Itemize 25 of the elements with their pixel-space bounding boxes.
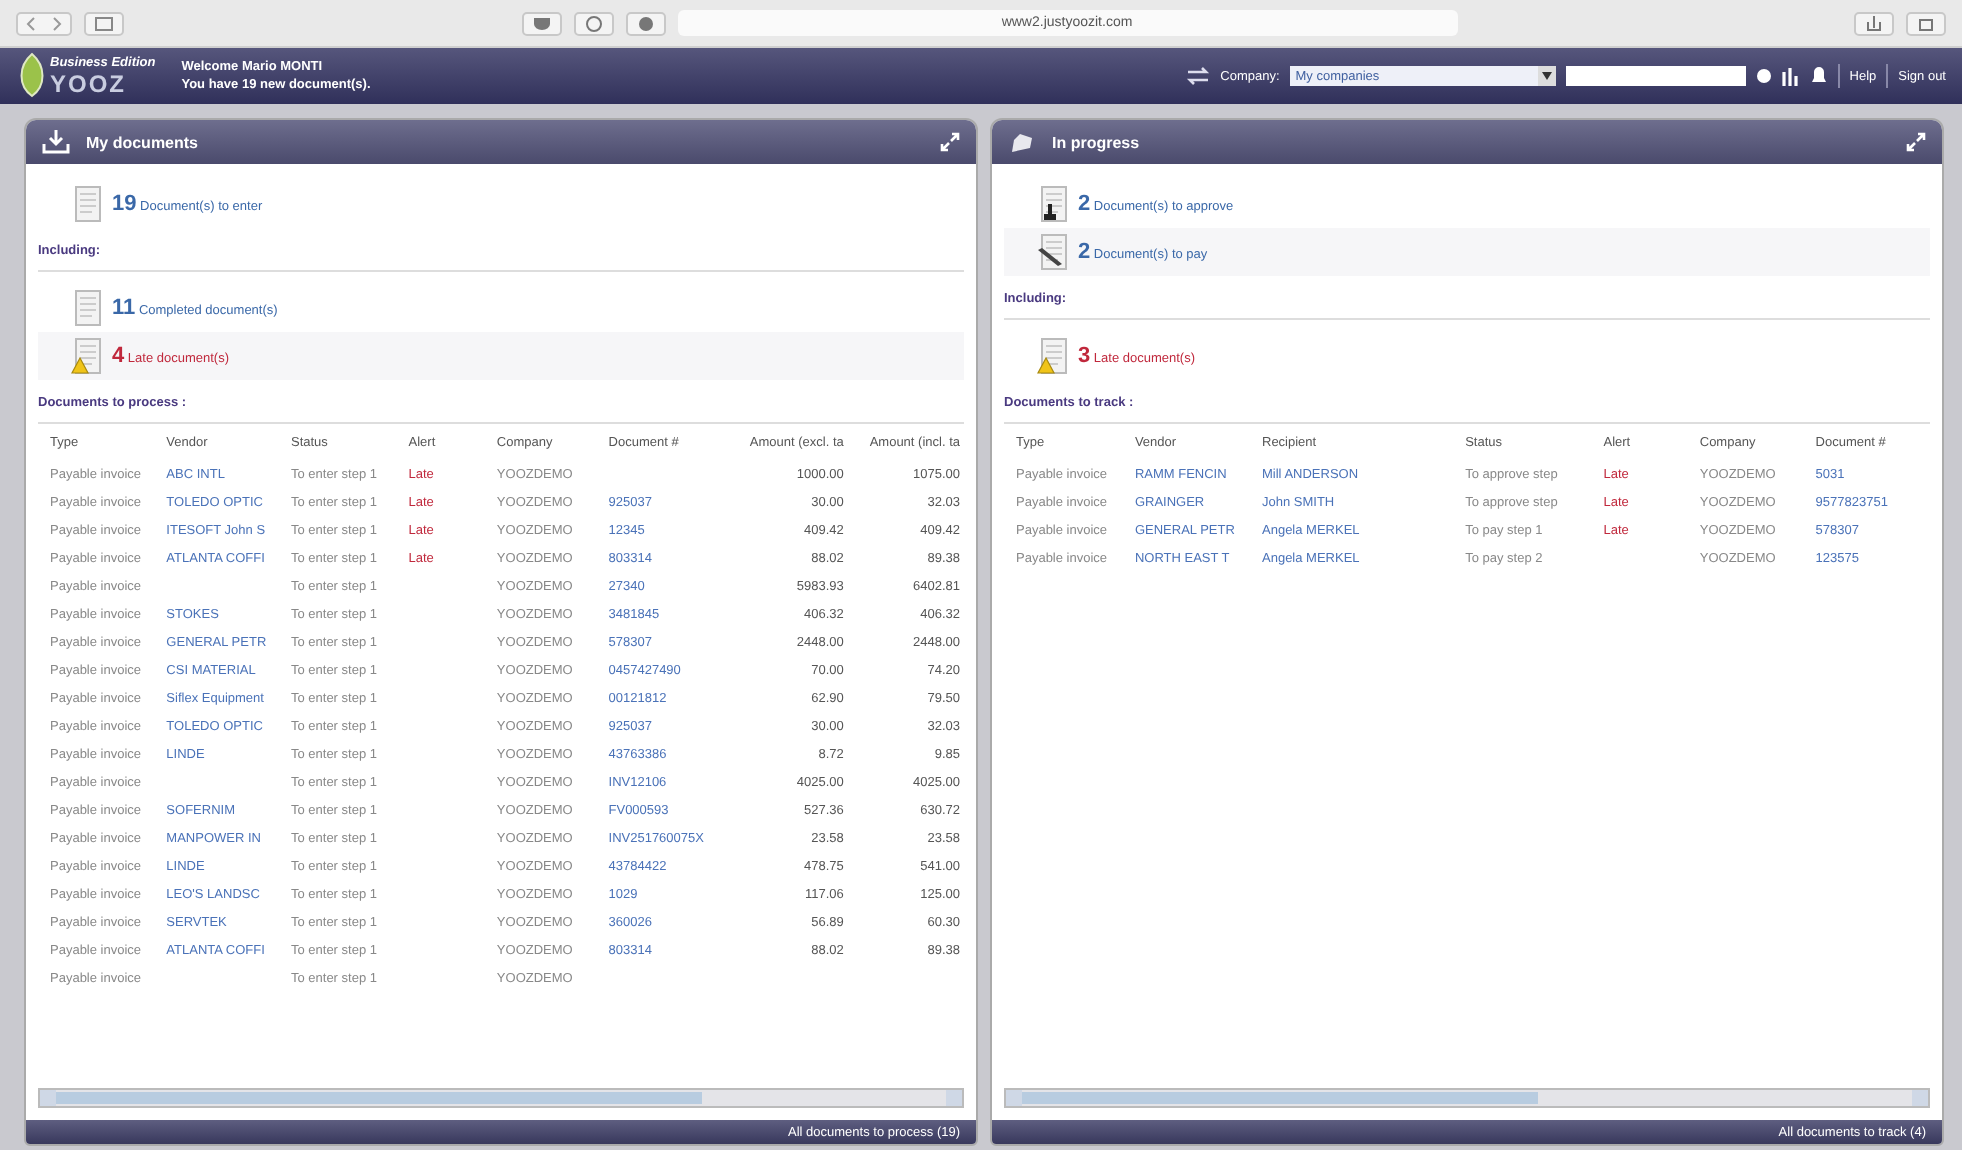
chart-icon[interactable] xyxy=(1781,66,1800,86)
panel-title: My documents xyxy=(86,133,199,151)
caret-icon xyxy=(1541,72,1552,80)
share-icon[interactable] xyxy=(1854,11,1894,35)
pen-document-icon xyxy=(1036,234,1072,270)
bell-icon[interactable] xyxy=(1809,66,1828,86)
search-field[interactable] xyxy=(1565,66,1746,86)
warning-document-icon xyxy=(70,338,106,374)
document-icon xyxy=(70,186,106,222)
logo: YOOZ xyxy=(50,71,127,97)
document-icon xyxy=(70,290,106,326)
stamp-document-icon xyxy=(1036,186,1072,222)
expand-icon[interactable] xyxy=(940,132,960,152)
leaf-icon xyxy=(16,52,48,100)
info-icon[interactable] xyxy=(573,11,613,35)
expand-icon[interactable] xyxy=(1906,132,1926,152)
sidebar-icon[interactable] xyxy=(84,11,124,35)
tabs-icon[interactable] xyxy=(1906,11,1946,35)
panel-title: In progress xyxy=(1052,133,1140,151)
horizontal-scrollbar[interactable] xyxy=(1004,1088,1930,1108)
horizontal-scrollbar[interactable] xyxy=(38,1088,964,1108)
arrows-icon[interactable] xyxy=(1186,66,1211,86)
back-icon[interactable] xyxy=(16,11,72,35)
warning-document-icon xyxy=(1036,338,1072,374)
tray-icon xyxy=(42,130,70,154)
